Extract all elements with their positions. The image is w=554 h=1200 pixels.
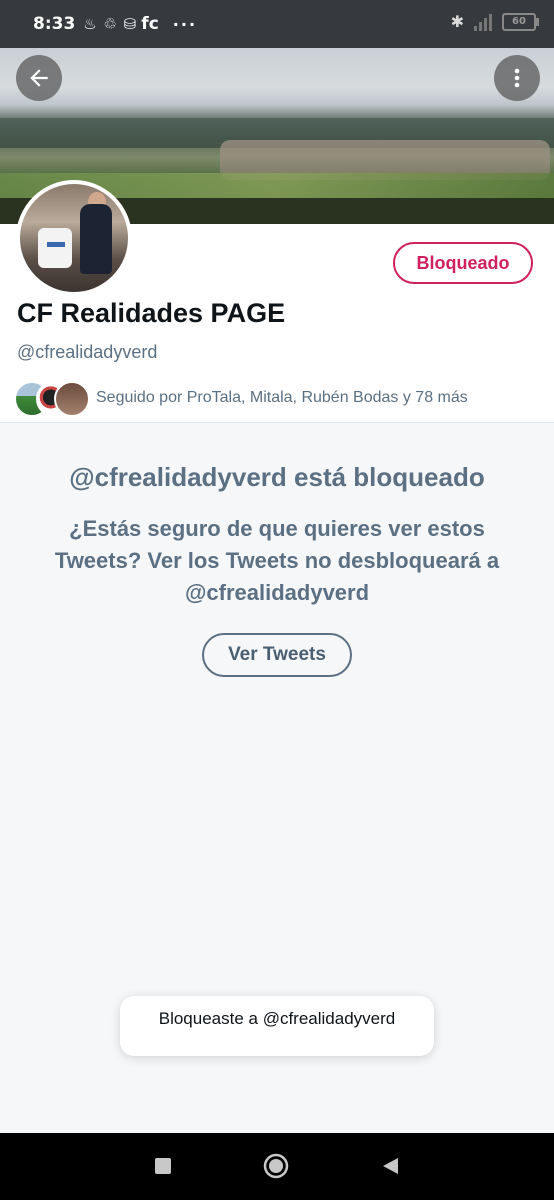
battery-level: 60 bbox=[512, 16, 526, 27]
blocked-button[interactable]: Bloqueado bbox=[393, 242, 533, 284]
blocked-notice: @cfrealidadyverd está bloqueado ¿Estás s… bbox=[0, 462, 554, 677]
view-tweets-button[interactable]: Ver Tweets bbox=[202, 633, 352, 677]
status-time: 8:33 bbox=[33, 14, 76, 34]
followed-by-row[interactable]: Seguido por ProTala, Mitala, Rubén Bodas… bbox=[14, 381, 468, 417]
home-button[interactable] bbox=[263, 1153, 289, 1179]
toast-message: Bloqueaste a @cfrealidadyverd bbox=[120, 996, 434, 1056]
signal-icon bbox=[474, 13, 492, 31]
more-vertical-icon bbox=[514, 68, 520, 88]
profile-name: CF Realidades PAGE bbox=[17, 298, 286, 328]
back-triangle-icon bbox=[383, 1158, 398, 1174]
home-circle-icon bbox=[263, 1153, 289, 1179]
recents-square-icon bbox=[155, 1158, 171, 1174]
more-options-button[interactable] bbox=[494, 55, 540, 101]
system-back-button[interactable] bbox=[377, 1153, 403, 1179]
status-bar: 8:33 ♨ ♲ ⛁ fc ··· ✱ 60 bbox=[0, 0, 554, 48]
back-button[interactable] bbox=[16, 55, 62, 101]
followed-by-text: Seguido por ProTala, Mitala, Rubén Bodas… bbox=[96, 389, 468, 406]
avatar[interactable] bbox=[16, 180, 132, 296]
profile-handle: @cfrealidadyverd bbox=[17, 342, 158, 362]
blocked-description: ¿Estás seguro de que quieres ver estos T… bbox=[54, 516, 500, 605]
follower-avatar bbox=[54, 381, 90, 417]
profile-header: Bloqueado CF Realidades PAGE @cfrealidad… bbox=[0, 180, 554, 423]
bluetooth-icon: ✱ bbox=[450, 12, 464, 31]
blocked-title: @cfrealidadyverd está bloqueado bbox=[69, 462, 485, 492]
back-arrow-icon bbox=[30, 69, 48, 87]
status-right-icons: ✱ 60 bbox=[450, 12, 539, 31]
more-notifications-indicator: ··· bbox=[172, 14, 198, 34]
system-nav-bar bbox=[0, 1133, 554, 1200]
status-carrier: fc bbox=[141, 14, 159, 34]
battery-icon: 60 bbox=[502, 12, 539, 31]
notification-icons: ♨ ♲ ⛁ bbox=[83, 15, 138, 33]
follower-avatars bbox=[14, 381, 90, 417]
recents-button[interactable] bbox=[150, 1153, 176, 1179]
